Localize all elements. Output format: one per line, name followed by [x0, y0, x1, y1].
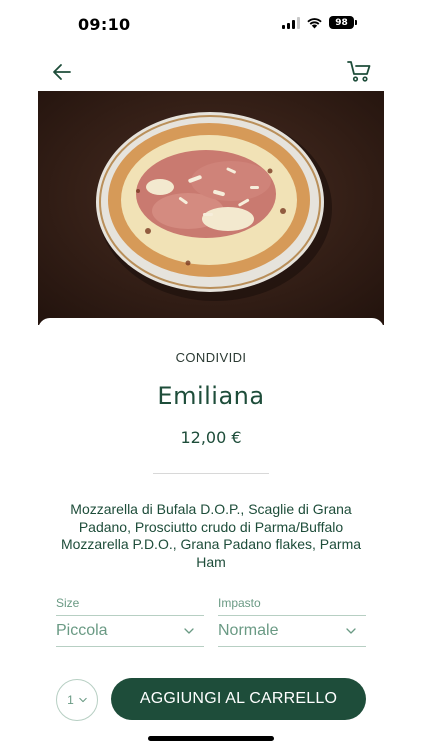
product-title: Emiliana [157, 382, 265, 410]
size-select[interactable]: Piccola [56, 616, 204, 647]
dough-select[interactable]: Normale [218, 616, 366, 647]
top-nav [0, 58, 422, 88]
arrow-left-icon [53, 64, 71, 80]
product-description: Mozzarella di Bufala D.O.P., Scaglie di … [60, 501, 362, 570]
dough-field: Impasto Normale [218, 596, 366, 647]
divider [153, 473, 269, 474]
chevron-down-icon [79, 697, 87, 703]
dough-value: Normale [218, 622, 279, 639]
product-image [38, 91, 384, 325]
size-label: Size [56, 596, 80, 610]
size-value: Piccola [56, 622, 108, 639]
status-icons: 98 [282, 16, 357, 29]
signal-icon [282, 16, 300, 29]
cart-button[interactable] [346, 58, 372, 84]
pizza-image [38, 91, 384, 325]
home-indicator[interactable] [148, 736, 274, 741]
status-bar: 09:10 98 [0, 0, 422, 50]
share-button[interactable]: CONDIVIDI [0, 350, 422, 365]
dough-label: Impasto [218, 596, 261, 610]
quantity-value: 1 [67, 693, 74, 707]
cart-icon [347, 61, 371, 82]
quantity-select[interactable]: 1 [56, 679, 98, 721]
content-sheet-edge [38, 318, 384, 334]
chevron-down-icon [184, 628, 194, 634]
wifi-icon [307, 17, 322, 28]
chevron-down-icon [346, 628, 356, 634]
status-time: 09:10 [78, 15, 131, 34]
add-to-cart-button[interactable]: AGGIUNGI AL CARRELLO [111, 678, 366, 720]
back-button[interactable] [50, 60, 74, 84]
size-field: Size Piccola [56, 596, 204, 647]
battery-icon: 98 [329, 16, 357, 29]
product-price: 12,00 € [180, 428, 242, 447]
